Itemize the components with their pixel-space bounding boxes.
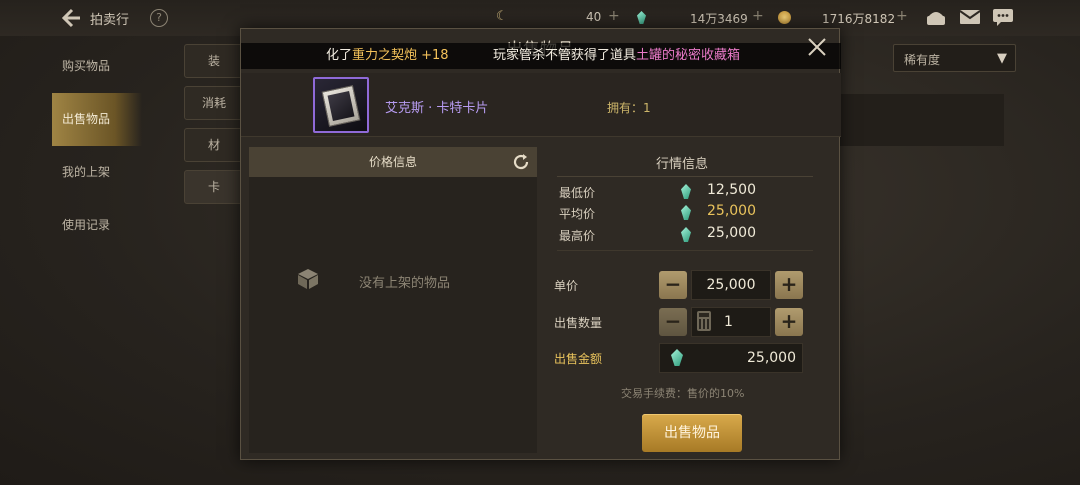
gold-coin-icon	[778, 11, 791, 24]
transaction-fee-text: 交易手续费：售价的10%	[621, 387, 745, 400]
diamond-icon	[681, 184, 691, 199]
rarity-dropdown-label: 稀有度	[904, 53, 941, 67]
market-row-min: 最低价 12,500	[559, 182, 799, 202]
divider	[557, 250, 813, 251]
background-panel	[840, 94, 1004, 146]
min-price-value: 12,500	[707, 182, 756, 198]
ticker-message-1: 化了重力之契炮 +18	[326, 48, 449, 63]
unit-price-label: 单价	[554, 279, 579, 293]
auction-sidebar: 购买物品 出售物品 我的上架 使用记录	[52, 40, 142, 252]
chat-icon[interactable]	[991, 7, 1015, 27]
moon-currency-icon: ☾	[496, 9, 508, 24]
unit-price-increase-button[interactable]: +	[775, 271, 803, 299]
page-title: 拍卖行	[90, 13, 130, 28]
min-price-label: 最低价	[559, 186, 596, 200]
category-button-equipment[interactable]: 装	[184, 44, 244, 78]
calculator-icon[interactable]	[697, 311, 711, 331]
quantity-decrease-button[interactable]: −	[659, 308, 687, 336]
unit-price-decrease-button[interactable]: −	[659, 271, 687, 299]
card-item-icon[interactable]	[313, 77, 369, 133]
market-row-avg: 平均价 25,000	[559, 203, 799, 223]
avg-price-label: 平均价	[559, 207, 596, 221]
avg-price-value: 25,000	[707, 203, 756, 219]
owned-count: 拥有：1	[607, 101, 651, 115]
max-price-label: 最高价	[559, 229, 596, 243]
currency-1-add-icon[interactable]: +	[608, 8, 620, 24]
close-icon[interactable]	[805, 35, 829, 59]
diamond-icon	[637, 11, 646, 24]
sell-item-button[interactable]: 出售物品	[642, 414, 742, 452]
price-info-panel: 价格信息 没有上架的物品	[249, 147, 537, 453]
diamond-icon	[681, 205, 691, 220]
back-arrow-icon[interactable]	[58, 6, 82, 30]
price-info-title: 价格信息	[368, 155, 417, 169]
cake-icon[interactable]	[924, 7, 948, 27]
sell-item-modal: 出售物品 化了重力之契炮 +18 玩家管杀不管获得了道具土罐的秘密收藏箱 艾克斯…	[240, 28, 841, 460]
dropdown-arrow-icon: ▼	[997, 51, 1007, 66]
currency-3-add-icon[interactable]: +	[896, 8, 908, 24]
sidebar-item-my-listings[interactable]: 我的上架	[52, 146, 142, 199]
divider	[557, 176, 813, 177]
selected-item-row: 艾克斯 · 卡特卡片 拥有：1	[241, 73, 841, 137]
category-button-card[interactable]: 卡	[184, 170, 244, 204]
market-row-max: 最高价 25,000	[559, 225, 799, 245]
market-info-title: 行情信息	[655, 157, 708, 172]
quantity-label: 出售数量	[554, 316, 603, 330]
rarity-dropdown[interactable]: 稀有度 ▼	[893, 44, 1016, 72]
max-price-value: 25,000	[707, 225, 756, 241]
sidebar-item-history[interactable]: 使用记录	[52, 199, 142, 252]
category-button-material[interactable]: 材	[184, 128, 244, 162]
sidebar-item-sell[interactable]: 出售物品	[52, 93, 142, 146]
item-name: 艾克斯 · 卡特卡片	[385, 101, 489, 116]
diamond-icon	[681, 227, 691, 242]
sidebar-item-buy[interactable]: 购买物品	[52, 40, 142, 93]
unit-price-input[interactable]: 25,000	[691, 270, 771, 300]
ticker-message-2: 玩家管杀不管获得了道具土罐的秘密收藏箱	[493, 48, 741, 63]
price-info-header: 价格信息	[249, 147, 537, 177]
mail-icon[interactable]	[958, 7, 982, 27]
currency-2-value: 14万3469	[690, 12, 748, 26]
currency-2-add-icon[interactable]: +	[752, 8, 764, 24]
currency-3-value: 1716万8182	[822, 12, 896, 26]
refresh-icon[interactable]	[511, 152, 531, 172]
empty-listing-text: 没有上架的物品	[359, 276, 451, 291]
total-amount-label: 出售金额	[554, 352, 603, 366]
broadcast-ticker: 化了重力之契炮 +18 玩家管杀不管获得了道具土罐的秘密收藏箱	[241, 43, 841, 69]
help-icon[interactable]: ?	[150, 9, 168, 27]
currency-1-value: 40	[586, 10, 602, 24]
category-button-consumable[interactable]: 消耗	[184, 86, 244, 120]
quantity-increase-button[interactable]: +	[775, 308, 803, 336]
empty-box-icon	[298, 269, 318, 289]
